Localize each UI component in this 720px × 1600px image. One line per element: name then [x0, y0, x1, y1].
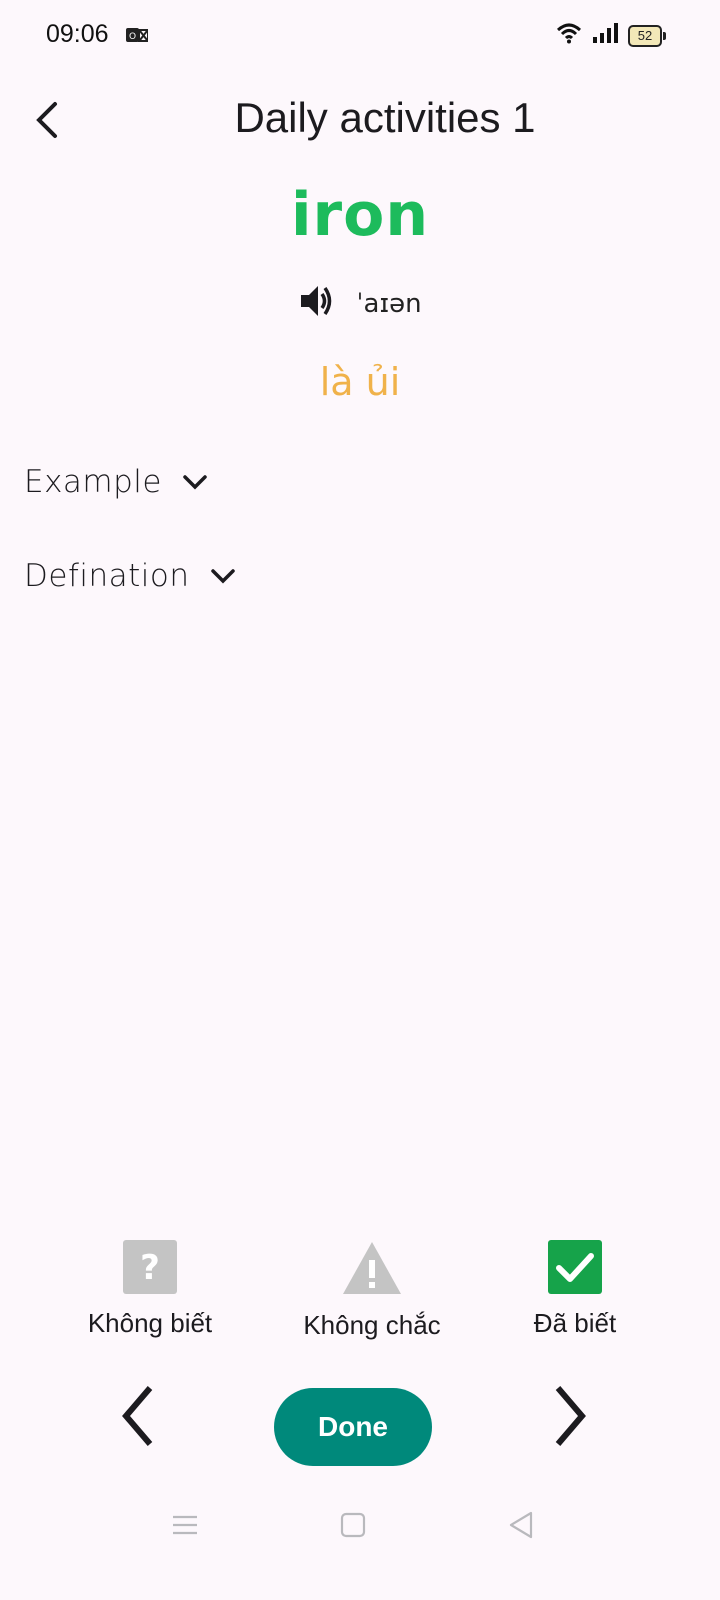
choice-unknown-label: Không biết [87, 1308, 213, 1338]
done-button[interactable]: Done [274, 1388, 432, 1466]
pronunciation-row: ˈaɪən [0, 282, 720, 325]
previous-button[interactable] [108, 1380, 168, 1452]
chevron-down-icon [210, 569, 235, 584]
speaker-icon[interactable] [298, 282, 336, 325]
word-meaning: là ủi [319, 360, 401, 404]
chevron-right-icon [555, 1386, 586, 1446]
page-title: Daily activities 1 [234, 94, 536, 141]
menu-lines-icon [173, 1515, 197, 1535]
status-icons: 52 [556, 22, 666, 49]
warning-icon [343, 1242, 401, 1294]
choice-unsure-label: Không chắc [303, 1310, 441, 1340]
home-button[interactable] [328, 1500, 378, 1550]
svg-text:?: ? [140, 1248, 160, 1288]
choice-known[interactable]: Đã biết [470, 1240, 680, 1339]
question-icon: ? [123, 1240, 177, 1294]
notification-app-icon: O [126, 26, 149, 44]
signal-icon [592, 22, 618, 49]
example-section-toggle[interactable]: Example [24, 464, 208, 500]
choice-unknown[interactable]: ? Không biết [45, 1240, 255, 1339]
square-icon [340, 1512, 366, 1538]
definition-section-toggle[interactable]: Defination [24, 558, 236, 594]
wifi-icon [556, 22, 582, 49]
next-button[interactable] [540, 1380, 600, 1452]
example-label: Example [24, 464, 162, 500]
system-back-button[interactable] [496, 1500, 546, 1550]
vocab-word: iron [290, 180, 430, 250]
recent-apps-button[interactable] [160, 1500, 210, 1550]
battery-icon: 52 [628, 24, 666, 47]
chevron-down-icon [183, 475, 207, 490]
check-icon [548, 1240, 602, 1294]
choice-unsure[interactable]: Không chắc [267, 1240, 477, 1341]
chevron-left-icon [122, 1386, 153, 1446]
choice-known-label: Đã biết [533, 1308, 617, 1338]
status-time: 09:06 [46, 20, 109, 48]
ipa-text: ˈaɪən [356, 288, 422, 319]
triangle-back-icon [509, 1511, 533, 1539]
svg-text:O: O [129, 32, 136, 42]
definition-label: Defination [24, 558, 190, 594]
